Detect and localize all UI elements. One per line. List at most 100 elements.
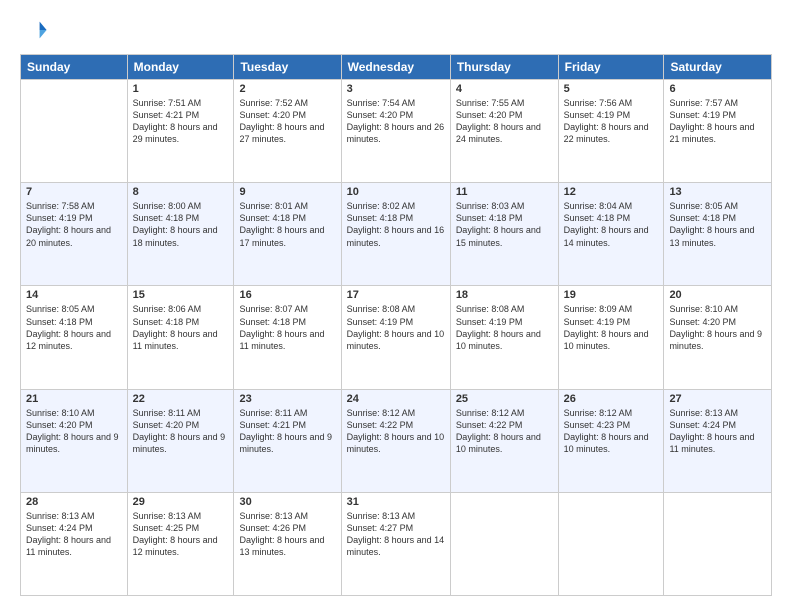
day-number: 18 [456,289,553,301]
calendar-cell: 20Sunrise: 8:10 AMSunset: 4:20 PMDayligh… [664,286,772,389]
calendar-cell: 19 Sunrise: 8:09 AMSunset: 4:19 PMDayligh… [558,286,664,389]
calendar-cell: 15 Sunrise: 8:06 AMSunset: 4:18 PMDayligh… [127,286,234,389]
calendar-week-row: 14Sunrise: 8:05 AMSunset: 4:18 PMDayligh… [21,286,772,389]
calendar-cell: 26 Sunrise: 8:12 AMSunset: 4:23 PMDayligh… [558,389,664,492]
day-info: Sunrise: 8:01 AMSunset: 4:18 PMDaylight:… [239,200,335,249]
day-number: 23 [239,393,335,405]
calendar-cell [558,492,664,595]
day-number: 28 [26,496,122,508]
calendar-cell: 29 Sunrise: 8:13 AMSunset: 4:25 PMDayligh… [127,492,234,595]
calendar-cell: 28 Sunrise: 8:13 AMSunset: 4:24 PMDayligh… [21,492,128,595]
weekday-header: Friday [558,55,664,80]
calendar-cell: 8 Sunrise: 8:00 AMSunset: 4:18 PMDaylight… [127,183,234,286]
day-number: 1 [133,83,229,95]
day-info: Sunrise: 7:56 AMSunset: 4:19 PMDaylight:… [564,97,659,146]
day-info: Sunrise: 8:02 AMSunset: 4:18 PMDaylight:… [347,200,445,249]
calendar-cell: 13 Sunrise: 8:05 AMSunset: 4:18 PMDayligh… [664,183,772,286]
calendar-week-row: 21 Sunrise: 8:10 AMSunset: 4:20 PMDayligh… [21,389,772,492]
day-number: 27 [669,393,766,405]
calendar-week-row: 7 Sunrise: 7:58 AMSunset: 4:19 PMDaylight… [21,183,772,286]
day-info: Sunrise: 8:06 AMSunset: 4:18 PMDaylight:… [133,303,229,352]
day-info: Sunrise: 7:55 AMSunset: 4:20 PMDaylight:… [456,97,553,146]
day-number: 31 [347,496,445,508]
day-info: Sunrise: 8:09 AMSunset: 4:19 PMDaylight:… [564,303,659,352]
calendar-table: SundayMondayTuesdayWednesdayThursdayFrid… [20,54,772,596]
calendar-cell: 9 Sunrise: 8:01 AMSunset: 4:18 PMDaylight… [234,183,341,286]
day-info: Sunrise: 8:13 AMSunset: 4:26 PMDaylight:… [239,510,335,559]
day-number: 13 [669,186,766,198]
day-number: 10 [347,186,445,198]
weekday-header: Thursday [450,55,558,80]
day-number: 7 [26,186,122,198]
day-info: Sunrise: 7:51 AMSunset: 4:21 PMDaylight:… [133,97,229,146]
day-info: Sunrise: 8:12 AMSunset: 4:22 PMDaylight:… [456,407,553,456]
day-info: Sunrise: 8:12 AMSunset: 4:23 PMDaylight:… [564,407,659,456]
day-number: 9 [239,186,335,198]
calendar-cell: 24 Sunrise: 8:12 AMSunset: 4:22 PMDayligh… [341,389,450,492]
calendar-cell: 17 Sunrise: 8:08 AMSunset: 4:19 PMDayligh… [341,286,450,389]
calendar-cell: 6Sunrise: 7:57 AMSunset: 4:19 PMDaylight… [664,80,772,183]
day-info: Sunrise: 8:11 AMSunset: 4:20 PMDaylight:… [133,407,229,456]
day-info: Sunrise: 8:10 AMSunset: 4:20 PMDaylight:… [26,407,122,456]
day-number: 22 [133,393,229,405]
day-info: Sunrise: 8:12 AMSunset: 4:22 PMDaylight:… [347,407,445,456]
day-info: Sunrise: 8:07 AMSunset: 4:18 PMDaylight:… [239,303,335,352]
weekday-header: Tuesday [234,55,341,80]
day-number: 15 [133,289,229,301]
day-number: 25 [456,393,553,405]
day-info: Sunrise: 8:05 AMSunset: 4:18 PMDaylight:… [669,200,766,249]
day-number: 11 [456,186,553,198]
day-number: 26 [564,393,659,405]
calendar-cell: 5 Sunrise: 7:56 AMSunset: 4:19 PMDaylight… [558,80,664,183]
day-number: 6 [669,83,766,95]
day-info: Sunrise: 8:04 AMSunset: 4:18 PMDaylight:… [564,200,659,249]
calendar-cell: 11Sunrise: 8:03 AMSunset: 4:18 PMDayligh… [450,183,558,286]
calendar-cell: 7 Sunrise: 7:58 AMSunset: 4:19 PMDaylight… [21,183,128,286]
calendar-cell: 12Sunrise: 8:04 AMSunset: 4:18 PMDayligh… [558,183,664,286]
calendar-cell: 16 Sunrise: 8:07 AMSunset: 4:18 PMDayligh… [234,286,341,389]
day-number: 3 [347,83,445,95]
calendar-cell: 18Sunrise: 8:08 AMSunset: 4:19 PMDayligh… [450,286,558,389]
day-number: 17 [347,289,445,301]
day-number: 24 [347,393,445,405]
day-info: Sunrise: 8:11 AMSunset: 4:21 PMDaylight:… [239,407,335,456]
day-info: Sunrise: 7:58 AMSunset: 4:19 PMDaylight:… [26,200,122,249]
weekday-header: Sunday [21,55,128,80]
day-number: 20 [669,289,766,301]
day-info: Sunrise: 8:13 AMSunset: 4:24 PMDaylight:… [669,407,766,456]
calendar-cell: 14Sunrise: 8:05 AMSunset: 4:18 PMDayligh… [21,286,128,389]
calendar-cell: 25 Sunrise: 8:12 AMSunset: 4:22 PMDayligh… [450,389,558,492]
page: SundayMondayTuesdayWednesdayThursdayFrid… [0,0,792,612]
weekday-header: Wednesday [341,55,450,80]
day-number: 2 [239,83,335,95]
day-info: Sunrise: 8:13 AMSunset: 4:24 PMDaylight:… [26,510,122,559]
day-number: 29 [133,496,229,508]
calendar-cell: 31 Sunrise: 8:13 AMSunset: 4:27 PMDayligh… [341,492,450,595]
day-info: Sunrise: 8:08 AMSunset: 4:19 PMDaylight:… [347,303,445,352]
logo-icon [20,16,48,44]
day-info: Sunrise: 8:13 AMSunset: 4:25 PMDaylight:… [133,510,229,559]
day-number: 30 [239,496,335,508]
header [20,16,772,44]
day-number: 21 [26,393,122,405]
day-number: 16 [239,289,335,301]
calendar-cell: 1 Sunrise: 7:51 AMSunset: 4:21 PMDaylight… [127,80,234,183]
calendar-cell [21,80,128,183]
day-number: 19 [564,289,659,301]
calendar-week-row: 1 Sunrise: 7:51 AMSunset: 4:21 PMDaylight… [21,80,772,183]
weekday-header: Monday [127,55,234,80]
calendar-cell: 3Sunrise: 7:54 AMSunset: 4:20 PMDaylight… [341,80,450,183]
calendar-cell: 2Sunrise: 7:52 AMSunset: 4:20 PMDaylight… [234,80,341,183]
calendar-cell [450,492,558,595]
weekday-header: Saturday [664,55,772,80]
calendar-cell: 27 Sunrise: 8:13 AMSunset: 4:24 PMDayligh… [664,389,772,492]
day-number: 8 [133,186,229,198]
day-info: Sunrise: 8:05 AMSunset: 4:18 PMDaylight:… [26,303,122,352]
day-number: 5 [564,83,659,95]
calendar-week-row: 28 Sunrise: 8:13 AMSunset: 4:24 PMDayligh… [21,492,772,595]
calendar-cell: 30 Sunrise: 8:13 AMSunset: 4:26 PMDayligh… [234,492,341,595]
day-info: Sunrise: 8:00 AMSunset: 4:18 PMDaylight:… [133,200,229,249]
day-info: Sunrise: 8:13 AMSunset: 4:27 PMDaylight:… [347,510,445,559]
logo [20,16,52,44]
calendar-cell [664,492,772,595]
